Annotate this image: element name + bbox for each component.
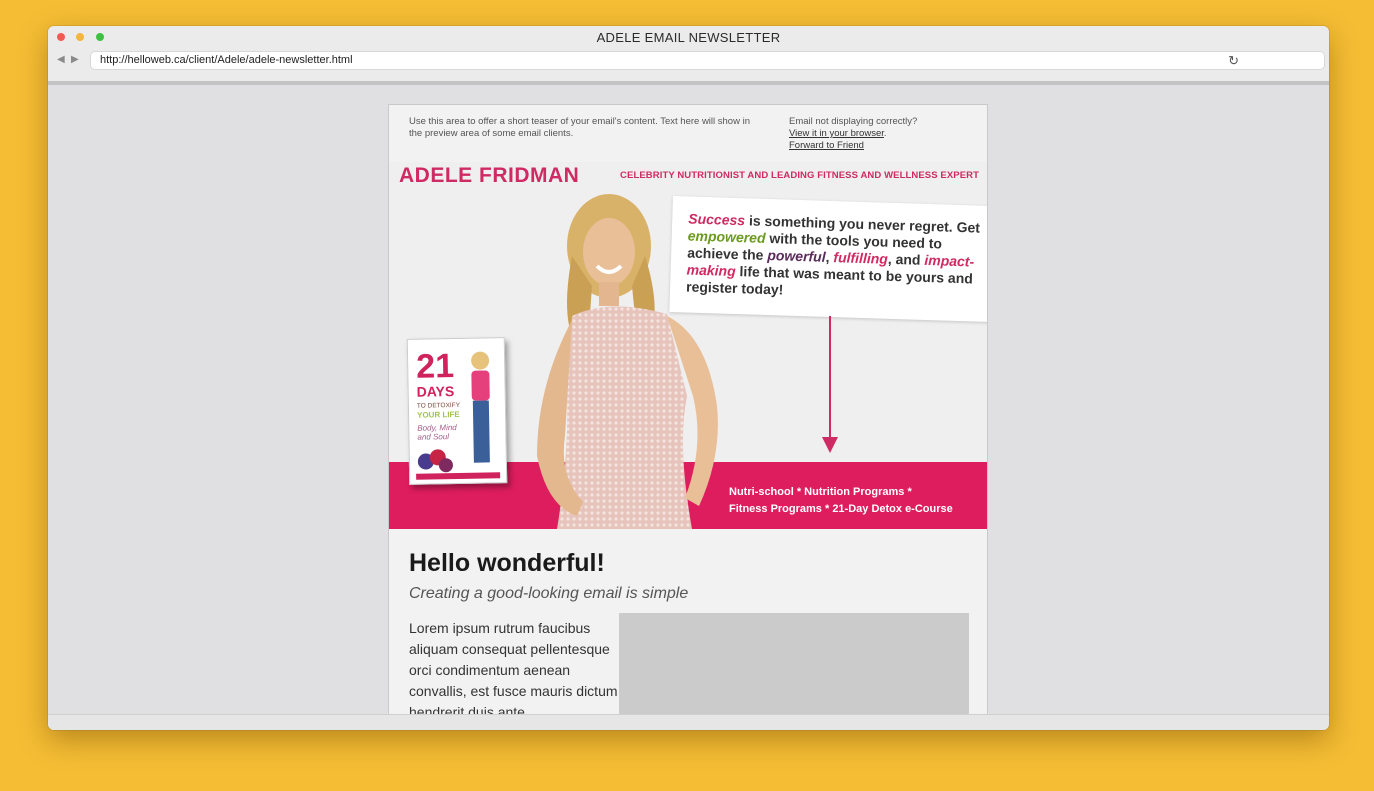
browser-window: ADELE EMAIL NEWSLETTER ◀ ▶ http://hellow… (48, 26, 1329, 730)
book-subtitle-1: TO DETOXIFY (416, 401, 461, 410)
email-body: Hello wonderful! Creating a good-looking… (389, 529, 987, 714)
book-subtitle-3: Body, Mind and Soul (417, 423, 457, 442)
page-viewport[interactable]: Use this area to offer a short teaser of… (48, 85, 1329, 714)
window-title: ADELE EMAIL NEWSLETTER (596, 30, 781, 45)
forward-arrow-icon[interactable]: ▶ (71, 55, 79, 65)
down-arrow-line (829, 316, 831, 440)
preheader-teaser: Use this area to offer a short teaser of… (409, 116, 750, 139)
program-links-line-2: Fitness Programs * 21-Day Detox e-Course (729, 503, 953, 515)
display-issue-text: Email not displaying correctly? (789, 116, 918, 127)
forward-to-friend-link[interactable]: Forward to Friend (789, 140, 917, 152)
brand-name: ADELE FRIDMAN (399, 164, 580, 187)
brand-tagline: CELEBRITY NUTRITIONIST AND LEADING FITNE… (620, 170, 979, 181)
program-links[interactable]: Nutri-school * Nutrition Programs * Fitn… (729, 484, 953, 518)
book-cover[interactable]: 21 DAYS TO DETOXIFY YOUR LIFE Body, Mind… (406, 337, 508, 485)
quote-text-2: Get (956, 218, 981, 236)
view-link-suffix: . (883, 128, 887, 139)
image-placeholder (619, 613, 969, 714)
view-in-browser-link[interactable]: View it in your browser (789, 128, 884, 139)
quote-word-powerful: powerful (767, 246, 826, 265)
preheader: Use this area to offer a short teaser of… (389, 105, 987, 163)
quote-word-fulfilling: fulfilling (833, 249, 889, 267)
book-title-days: DAYS (416, 383, 455, 400)
email-container: Use this area to offer a short teaser of… (388, 104, 988, 714)
book-berries-image (417, 449, 453, 473)
book-subtitle-2: YOUR LIFE (416, 409, 460, 420)
book-woman-image (471, 351, 490, 463)
url-text[interactable]: http://helloweb.ca/client/Adele/adele-ne… (100, 53, 353, 68)
book-title-number: 21 (415, 347, 455, 386)
title-bar: ADELE EMAIL NEWSLETTER ◀ ▶ http://hellow… (48, 26, 1329, 85)
address-bar[interactable]: http://helloweb.ca/client/Adele/adele-ne… (91, 52, 1324, 69)
email-subheading: Creating a good-looking email is simple (409, 585, 689, 602)
email-heading: Hello wonderful! (409, 549, 605, 577)
window-bottom-bar (48, 714, 1329, 730)
back-arrow-icon[interactable]: ◀ (57, 55, 65, 65)
quote-text-5: , and (887, 250, 925, 268)
program-links-line-1: Nutri-school * Nutrition Programs * (729, 486, 912, 498)
woman-photo (537, 194, 718, 529)
down-arrow-icon (822, 437, 838, 453)
book-footer-strip (416, 472, 501, 480)
preheader-links: Email not displaying correctly? View it … (789, 116, 917, 152)
hero-banner: Nutri-school * Nutrition Programs * Fitn… (389, 162, 987, 529)
reload-icon[interactable]: ↻ (1228, 52, 1239, 69)
email-paragraph: Lorem ipsum rutrum faucibus aliquam cons… (409, 620, 618, 714)
